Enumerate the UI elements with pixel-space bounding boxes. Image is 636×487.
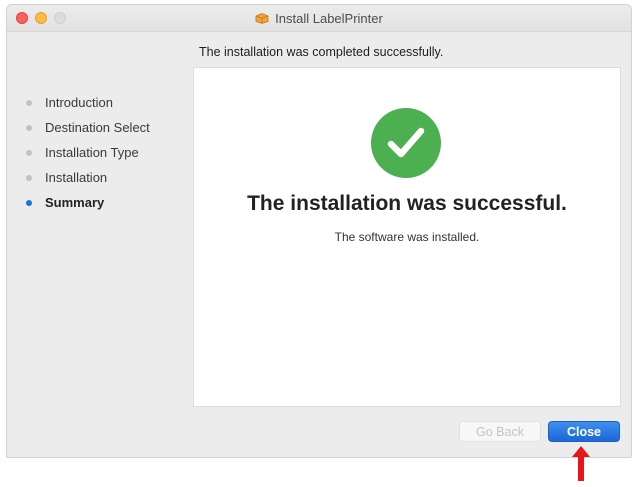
step-label: Introduction	[45, 95, 113, 110]
step-label: Summary	[45, 195, 105, 210]
status-heading: The installation was completed successfu…	[199, 45, 444, 59]
step-dot	[26, 174, 32, 181]
annotation-arrow-icon	[572, 446, 590, 482]
step-label: Installation Type	[45, 145, 139, 160]
step-dot	[26, 149, 32, 156]
go-back-button: Go Back	[459, 421, 541, 442]
title-bar: Install LabelPrinter	[7, 5, 631, 32]
window-title: Install LabelPrinter	[7, 5, 631, 31]
steps-sidebar: Introduction Destination Select Installa…	[25, 90, 195, 215]
step-label: Destination Select	[45, 120, 150, 135]
step-dot	[26, 99, 32, 106]
sidebar-step-introduction: Introduction	[25, 90, 195, 115]
sidebar-step-destination-select: Destination Select	[25, 115, 195, 140]
success-headline: The installation was successful.	[247, 192, 567, 215]
close-button[interactable]: Close	[548, 421, 620, 442]
step-label: Installation	[45, 170, 108, 185]
window-title-text: Install LabelPrinter	[275, 10, 383, 26]
sidebar-step-installation: Installation	[25, 165, 195, 190]
package-icon	[255, 12, 269, 24]
content-pane: The installation was successful. The sof…	[193, 67, 621, 407]
step-dot	[26, 124, 32, 131]
sidebar-step-installation-type: Installation Type	[25, 140, 195, 165]
installer-window: Install LabelPrinter The installation wa…	[6, 4, 632, 458]
step-dot-active	[26, 199, 32, 206]
checkmark-icon	[370, 107, 442, 179]
success-message: The software was installed.	[334, 230, 480, 244]
sidebar-step-summary: Summary	[25, 190, 195, 215]
